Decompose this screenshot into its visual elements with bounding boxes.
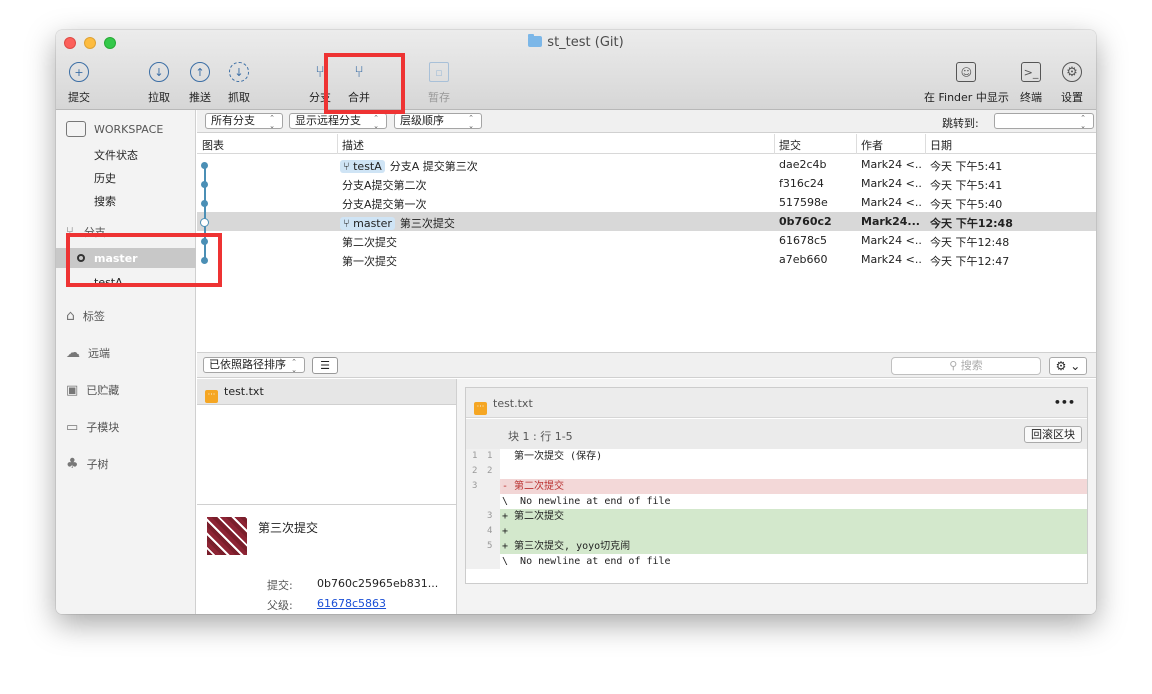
lower-toolbar: 已依照路径排序 ☰ ⚲ 搜索 ⚙ ⌄ (197, 352, 1096, 378)
jump-to-label: 跳转到: (942, 117, 979, 130)
subtrees-section[interactable]: ♣ 子树 (66, 456, 109, 472)
merge-highlight-box (324, 53, 405, 114)
remotes-section[interactable]: ☁ 远端 (66, 345, 110, 361)
search-icon: ⚲ (949, 359, 961, 372)
jump-to-select[interactable] (994, 113, 1094, 130)
more-options-button[interactable]: ••• (1054, 396, 1075, 409)
options-gear-button[interactable]: ⚙ ⌄ (1049, 357, 1087, 375)
titlebar: st_test (Git) + 提交 ↓ 拉取 ↑ 推送 ↓ 抓取 ⑂ 分支 ⑂… (56, 30, 1096, 110)
graph-node (201, 200, 208, 207)
stashes-section[interactable]: ▣ 已贮藏 (66, 382, 119, 398)
hunk-header: 块 1 : 行 1-5 回滚区块 (466, 419, 1087, 449)
master-branch-highlight-box (66, 233, 222, 287)
commit-row-selected[interactable]: ⑂ master 第三次提交 0b760c2 Mark24... 今天 下午12:… (197, 212, 1096, 231)
diff-line: \ No newline at end of file (466, 554, 1087, 569)
column-date[interactable]: 日期 (930, 137, 952, 155)
graph-node (201, 162, 208, 169)
commit-row[interactable]: 第二次提交 61678c5 Mark24 <... 今天 下午12:48 (197, 231, 1096, 250)
modified-file-icon: ··· (474, 402, 487, 415)
submodule-icon: ▭ (66, 419, 79, 435)
parent-label: 父级: (267, 599, 293, 612)
commit-message: 第三次提交 (258, 521, 319, 535)
diff-line: \ No newline at end of file (466, 494, 1087, 509)
stash-button[interactable]: ▫ 暂存 (428, 62, 450, 105)
tags-section[interactable]: ⌂ 标签 (66, 308, 105, 324)
diff-line: 22 (466, 464, 1087, 479)
column-graph[interactable]: 图表 (202, 137, 224, 155)
fetch-arrow-icon: ↓ (229, 62, 249, 82)
branch-tag: ⑂ testA (340, 160, 385, 173)
order-select[interactable]: 层级顺序 (394, 113, 482, 130)
remote-filter-select[interactable]: 显示远程分支 (289, 113, 387, 130)
sidebar-item-search[interactable]: 搜索 (94, 193, 116, 209)
cloud-icon: ☁ (66, 345, 80, 361)
diff-line-added: 5 + 第三次提交, yoyo切克闹 (466, 539, 1087, 554)
diff-box: ··· test.txt ••• 块 1 : 行 1-5 回滚区块 11 第一次提… (465, 387, 1088, 584)
monitor-icon (66, 121, 86, 137)
list-icon: ☰ (320, 359, 330, 372)
folder-icon (528, 34, 543, 47)
commit-row[interactable]: ⑂ testA 分支A 提交第三次 dae2c4b Mark24 <... 今天 … (197, 155, 1096, 174)
parent-link[interactable]: 61678c5863 (317, 597, 386, 610)
diff-pane: ··· test.txt ••• 块 1 : 行 1-5 回滚区块 11 第一次提… (457, 379, 1096, 614)
commit-hash-label: 提交: (267, 579, 293, 592)
terminal-icon: >_ (1021, 62, 1041, 82)
gear-icon: ⚙ (1062, 62, 1082, 82)
diff-line-deleted: 3 - 第二次提交 (466, 479, 1087, 494)
sort-select[interactable]: 已依照路径排序 (203, 357, 305, 374)
settings-button[interactable]: ⚙ 设置 (1061, 62, 1083, 105)
commit-button[interactable]: + 提交 (68, 62, 90, 105)
revert-hunk-button[interactable]: 回滚区块 (1024, 426, 1082, 443)
column-author[interactable]: 作者 (861, 137, 883, 155)
submodules-section[interactable]: ▭ 子模块 (66, 419, 119, 435)
terminal-button[interactable]: >_ 终端 (1020, 62, 1042, 105)
file-item[interactable]: ··· test.txt (197, 379, 456, 405)
commit-list: ⑂ testA 分支A 提交第三次 dae2c4b Mark24 <... 今天 … (197, 155, 1096, 351)
list-view-button[interactable]: ☰ (312, 357, 338, 374)
arrow-up-icon: ↑ (190, 62, 210, 82)
branch-filter-select[interactable]: 所有分支 (205, 113, 283, 130)
finder-icon: ☺ (956, 62, 977, 82)
sourcetree-window: st_test (Git) + 提交 ↓ 拉取 ↑ 推送 ↓ 抓取 ⑂ 分支 ⑂… (56, 30, 1096, 614)
stash-icon: ▫ (429, 62, 449, 82)
commit-table-header: 图表 描述 提交 作者 日期 (197, 134, 1096, 154)
diff-file-header: ··· test.txt ••• (466, 388, 1087, 418)
commit-details: 第三次提交 提交: 0b760c25965eb831... 父级: 61678c… (197, 504, 456, 614)
gear-icon: ⚙ ⌄ (1055, 359, 1081, 373)
stash-box-icon: ▣ (66, 382, 79, 398)
graph-node (201, 181, 208, 188)
commit-row[interactable]: 分支A提交第一次 517598e Mark24 <... 今天 下午5:40 (197, 193, 1096, 212)
commit-row[interactable]: 第一次提交 a7eb660 Mark24 <... 今天 下午12:47 (197, 250, 1096, 269)
arrow-down-icon: ↓ (149, 62, 169, 82)
commit-row[interactable]: 分支A提交第二次 f316c24 Mark24 <... 今天 下午5:41 (197, 174, 1096, 193)
sidebar-item-history[interactable]: 历史 (94, 170, 116, 186)
tag-icon: ⌂ (66, 308, 75, 324)
show-in-finder-button[interactable]: ☺ 在 Finder 中显示 (924, 62, 1009, 105)
search-input[interactable]: ⚲ 搜索 (891, 357, 1041, 375)
tree-icon: ♣ (66, 456, 79, 472)
modified-file-icon: ··· (205, 390, 218, 403)
sidebar-item-file-status[interactable]: 文件状态 (94, 147, 138, 163)
window-title: st_test (Git) (56, 34, 1096, 50)
diff-line: 11 第一次提交 (保存) (466, 449, 1087, 464)
sidebar: WORKSPACE 文件状态 历史 搜索 ⑂ 分支 master testA ⌂ 标… (56, 110, 196, 614)
column-commit[interactable]: 提交 (779, 137, 801, 155)
commit-hash-value: 0b760c25965eb831... (317, 577, 439, 590)
fetch-button[interactable]: ↓ 抓取 (228, 62, 250, 105)
push-button[interactable]: ↑ 推送 (189, 62, 211, 105)
avatar (207, 517, 247, 555)
column-description[interactable]: 描述 (342, 137, 364, 155)
diff-line-added: 4 + (466, 524, 1087, 539)
pull-button[interactable]: ↓ 拉取 (148, 62, 170, 105)
graph-node-head (200, 218, 209, 227)
diff-line-added: 3 + 第二次提交 (466, 509, 1087, 524)
plus-icon: + (69, 62, 89, 82)
workspace-section: WORKSPACE (66, 121, 163, 137)
changed-files-pane: ··· test.txt 第三次提交 提交: 0b760c25965eb831..… (197, 379, 457, 614)
branch-tag: ⑂ master (340, 217, 395, 230)
